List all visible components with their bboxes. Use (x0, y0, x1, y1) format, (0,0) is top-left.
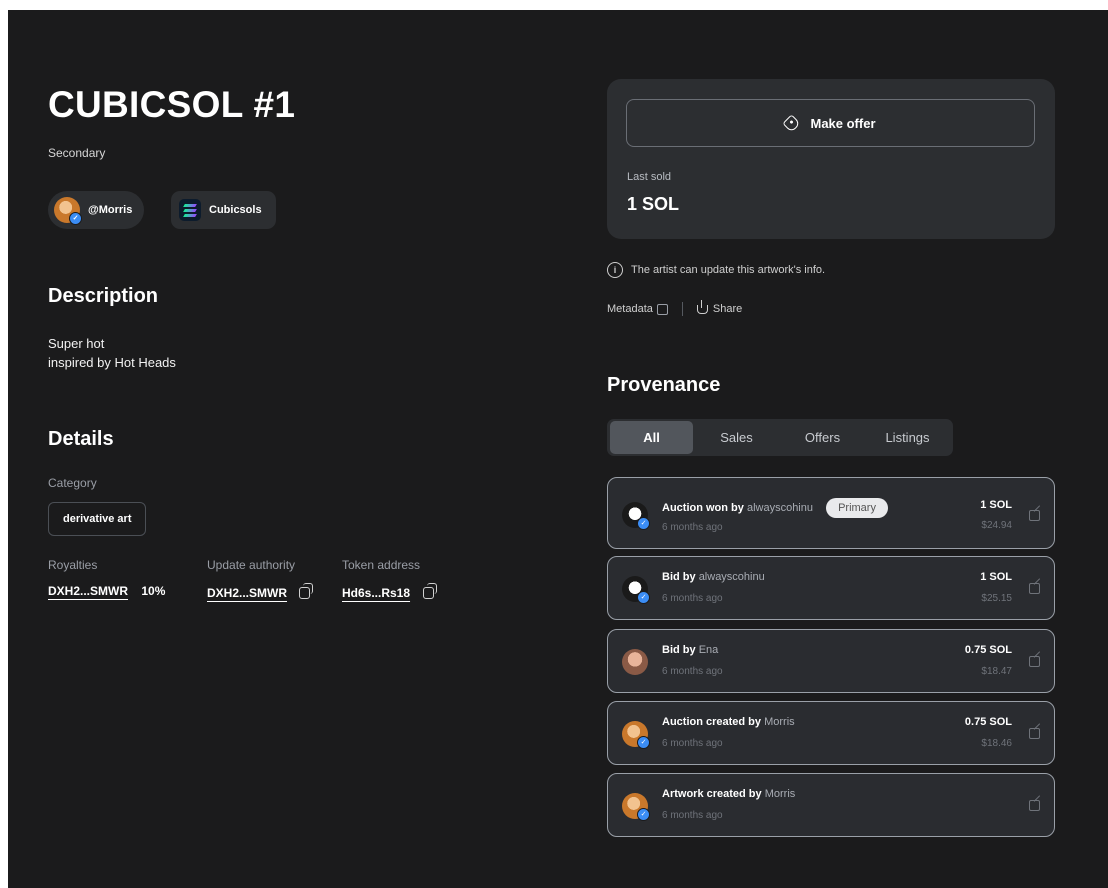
royalties-label: Royalties (48, 558, 98, 572)
user-avatar (622, 649, 648, 675)
external-link-icon[interactable] (1029, 728, 1040, 739)
artwork-title: CUBICSOL #1 (48, 84, 296, 125)
external-link-icon[interactable] (1029, 583, 1040, 594)
primary-badge: Primary (826, 498, 888, 518)
update-authority-label: Update authority (207, 558, 296, 572)
verified-icon: ✓ (637, 517, 650, 530)
links-divider (681, 302, 683, 316)
metadata-label: Metadata (607, 303, 653, 315)
provenance-heading: Provenance (607, 374, 721, 396)
tab-all[interactable]: All (610, 421, 694, 454)
event-title: Bid by Ena (662, 644, 718, 656)
info-icon: i (607, 262, 623, 278)
event-time: 6 months ago (662, 593, 723, 604)
external-link-icon[interactable] (1029, 800, 1040, 811)
event-user-link[interactable]: Morris (765, 788, 796, 800)
tab-offers[interactable]: Offers (780, 421, 865, 454)
event-time: 6 months ago (662, 522, 723, 533)
tab-listings[interactable]: Listings (865, 421, 950, 454)
event-title: Bid by alwayscohinu (662, 571, 765, 583)
verified-icon: ✓ (637, 591, 650, 604)
event-action: Auction won by (662, 502, 744, 514)
event-sol: 0.75 SOL (964, 716, 1012, 728)
price-tag-icon (782, 113, 802, 133)
external-link-icon[interactable] (1029, 510, 1040, 521)
make-offer-label: Make offer (810, 115, 876, 131)
event-usd: $18.47 (981, 666, 1012, 677)
user-avatar: ✓ (622, 502, 650, 530)
creator-avatar: ✓ (54, 197, 82, 225)
last-sold-value: 1 SOL (627, 194, 680, 214)
event-user-link[interactable]: alwayscohinu (747, 502, 813, 514)
event-time: 6 months ago (662, 666, 723, 677)
event-title: Auction won by alwayscohinu Primary (662, 498, 888, 518)
copy-icon[interactable] (299, 582, 314, 599)
event-user-link[interactable]: Ena (699, 644, 719, 656)
share-button[interactable]: Share (696, 299, 743, 315)
event-usd: $18.46 (981, 738, 1012, 749)
verified-icon: ✓ (637, 808, 650, 821)
share-label: Share (712, 303, 743, 315)
token-address-value: Hd6s...Rs18 (342, 582, 437, 602)
provenance-row[interactable]: ✓ Auction won by alwayscohinu Primary 6 … (607, 477, 1055, 549)
event-sol: 0.75 SOL (964, 644, 1012, 656)
description-line: Super hot (48, 336, 105, 351)
share-icon (696, 299, 708, 314)
make-offer-button[interactable]: Make offer (626, 99, 1035, 147)
user-avatar: ✓ (622, 793, 650, 821)
verified-icon: ✓ (637, 736, 650, 749)
token-address-label: Token address (342, 558, 421, 572)
creator-name: @Morris (88, 204, 133, 216)
category-tag[interactable]: derivative art (48, 502, 147, 536)
event-usd: $25.15 (981, 593, 1012, 604)
tab-sales[interactable]: Sales (693, 421, 780, 454)
event-title: Artwork created by Morris (662, 788, 795, 800)
event-sol: 1 SOL (980, 499, 1012, 511)
update-authority-value: DXH2...SMWR (207, 582, 314, 602)
description-text: Super hot inspired by Hot Heads (48, 334, 176, 372)
event-time: 6 months ago (662, 738, 723, 749)
token-address-link[interactable]: Hd6s...Rs18 (342, 586, 410, 600)
description-heading: Description (48, 285, 159, 307)
notice-text: The artist can update this artwork's inf… (631, 264, 826, 276)
details-heading: Details (48, 428, 114, 450)
event-action: Bid by (662, 571, 696, 583)
provenance-row[interactable]: ✓ Auction created by Morris 6 months ago… (607, 701, 1055, 765)
event-user-link[interactable]: alwayscohinu (699, 571, 765, 583)
provenance-row[interactable]: ✓ Artwork created by Morris 6 months ago (607, 773, 1055, 837)
provenance-tabs: All Sales Offers Listings (607, 419, 953, 456)
user-avatar: ✓ (622, 576, 650, 604)
event-sol: 1 SOL (980, 571, 1012, 583)
copy-icon[interactable] (422, 582, 437, 599)
creator-chip[interactable]: ✓ @Morris (48, 191, 145, 229)
royalties-address-link[interactable]: DXH2...SMWR (48, 584, 128, 598)
collection-chip[interactable]: Cubicsols (171, 191, 276, 229)
artist-update-notice: i The artist can update this artwork's i… (607, 262, 825, 278)
external-link-icon (656, 303, 668, 315)
provenance-row[interactable]: Bid by Ena 6 months ago 0.75 SOL $18.47 (607, 629, 1055, 693)
event-title: Auction created by Morris (662, 716, 795, 728)
royalties-value: DXH2...SMWR 10% (48, 584, 165, 598)
user-avatar: ✓ (622, 721, 650, 749)
solana-logo-icon (179, 199, 201, 221)
description-line: inspired by Hot Heads (48, 355, 176, 370)
verified-icon: ✓ (69, 212, 82, 225)
event-action: Artwork created by (662, 788, 762, 800)
category-label: Category (48, 476, 97, 490)
artwork-edition-type: Secondary (48, 146, 106, 160)
collection-name: Cubicsols (209, 204, 262, 216)
event-time: 6 months ago (662, 810, 723, 821)
event-usd: $24.94 (981, 520, 1012, 531)
royalties-percent: 10% (141, 584, 166, 598)
external-link-icon[interactable] (1029, 656, 1040, 667)
update-authority-link[interactable]: DXH2...SMWR (207, 586, 287, 600)
last-sold-label: Last sold (627, 171, 672, 183)
event-action: Auction created by (662, 716, 762, 728)
event-action: Bid by (662, 644, 696, 656)
artwork-links: Metadata Share (607, 299, 743, 316)
metadata-link[interactable]: Metadata (607, 303, 668, 315)
provenance-row[interactable]: ✓ Bid by alwayscohinu 6 months ago 1 SOL… (607, 556, 1055, 620)
event-user-link[interactable]: Morris (764, 716, 795, 728)
